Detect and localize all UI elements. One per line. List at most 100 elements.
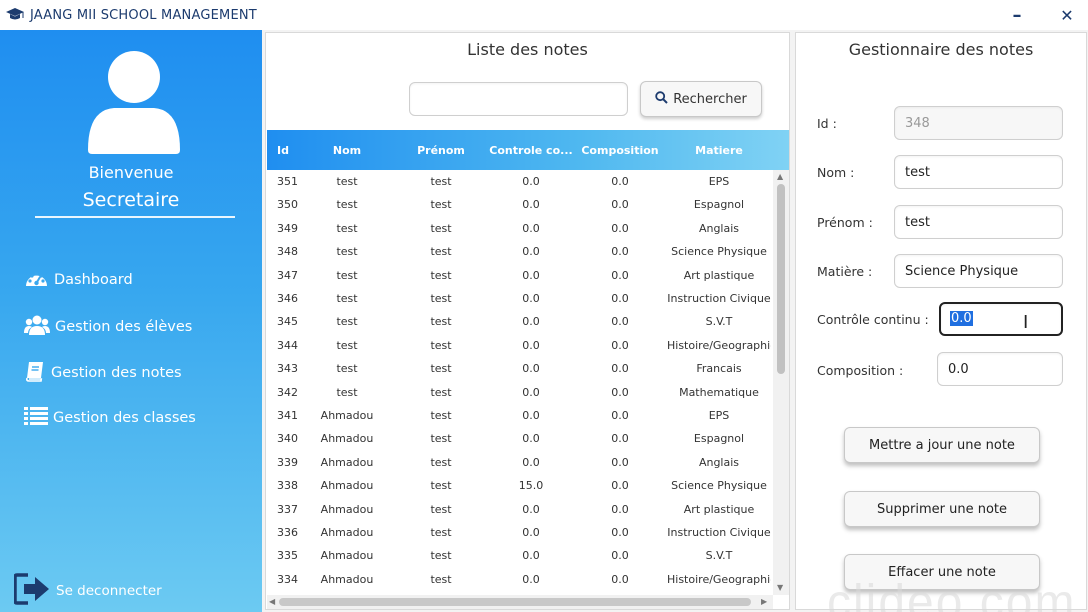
sidebar-item-dashboard[interactable]: Dashboard: [24, 267, 133, 293]
table-cell: 0.0: [522, 455, 540, 469]
table-cell: test: [336, 198, 358, 212]
welcome-text: Bienvenue: [88, 163, 174, 182]
table-cell: 0.0: [611, 338, 629, 352]
sidebar-item-students[interactable]: Gestion des élèves: [24, 314, 192, 340]
title-bar: JAANG MII SCHOOL MANAGEMENT – ✕: [0, 0, 1088, 30]
table-cell: 343: [277, 362, 298, 376]
table-cell: Instruction Civique: [667, 292, 771, 305]
table-row[interactable]: 349 test test 0.0 0.0 Anglais: [267, 217, 772, 240]
table-cell: 0.0: [611, 549, 629, 563]
table-row[interactable]: 340 Ahmadou test 0.0 0.0 Espagnol: [267, 427, 772, 450]
table-cell: test: [430, 221, 452, 235]
table-cell: 0.0: [611, 268, 629, 282]
table-cell: 346: [277, 292, 298, 305]
table-cell: Anglais: [698, 455, 740, 469]
table-row[interactable]: 339 Ahmadou test 0.0 0.0 Anglais: [267, 451, 772, 474]
delete-note-button[interactable]: Supprimer une note: [844, 491, 1040, 527]
horizontal-scrollbar[interactable]: ◀ ▶: [267, 595, 773, 609]
logout-button[interactable]: Se deconnecter: [13, 573, 162, 609]
vertical-scrollbar[interactable]: ▲ ▼: [773, 170, 789, 595]
scroll-right-icon[interactable]: ▶: [761, 597, 767, 606]
table-cell: 347: [277, 268, 298, 282]
logout-icon: [13, 573, 56, 609]
table-cell: Histoire/Geographie: [667, 572, 771, 586]
table-row[interactable]: 344 test test 0.0 0.0 Histoire/Geographie: [267, 334, 772, 357]
nom-label: Nom :: [817, 165, 855, 180]
minimize-button[interactable]: –: [1004, 2, 1030, 28]
update-note-button[interactable]: Mettre a jour une note: [844, 427, 1040, 463]
table-row[interactable]: 342 test test 0.0 0.0 Mathematique: [267, 381, 772, 404]
table-cell: 336: [277, 526, 298, 539]
book-icon: [24, 360, 51, 386]
table-row[interactable]: 335 Ahmadou test 0.0 0.0 S.V.T: [267, 544, 772, 567]
column-header[interactable]: Prénom: [397, 130, 485, 170]
table-cell: 0.0: [611, 502, 629, 516]
table-cell: 340: [277, 432, 298, 446]
table-cell: test: [430, 572, 452, 586]
table-cell: test: [336, 245, 358, 259]
table-cell: test: [430, 198, 452, 212]
table-cell: 0.0: [611, 526, 629, 539]
column-header[interactable]: Matiere: [667, 130, 771, 170]
table-row[interactable]: 343 test test 0.0 0.0 Francais: [267, 357, 772, 380]
column-header[interactable]: Composition: [577, 130, 663, 170]
table-row[interactable]: 337 Ahmadou test 0.0 0.0 Art plastique: [267, 498, 772, 521]
table-cell: 348: [277, 245, 298, 259]
search-input[interactable]: [409, 82, 628, 116]
column-header[interactable]: Id: [271, 130, 299, 170]
matiere-field[interactable]: [894, 254, 1063, 288]
matiere-label: Matière :: [817, 264, 873, 279]
table-cell: test: [430, 502, 452, 516]
scroll-left-icon[interactable]: ◀: [269, 597, 275, 606]
table-cell: Espagnol: [693, 198, 745, 212]
user-avatar-icon: [86, 50, 182, 154]
table-cell: test: [430, 338, 452, 352]
table-cell: 0.0: [522, 362, 540, 376]
vertical-scroll-thumb[interactable]: [777, 184, 785, 374]
table-row[interactable]: 351 test test 0.0 0.0 EPS: [267, 170, 772, 193]
composition-field[interactable]: [937, 352, 1063, 386]
table-cell: 341: [277, 409, 298, 422]
table-cell: test: [430, 175, 452, 188]
scroll-up-icon[interactable]: ▲: [777, 172, 783, 181]
table-cell: test: [430, 362, 452, 376]
table-row[interactable]: 336 Ahmadou test 0.0 0.0 Instruction Civique: [267, 521, 772, 544]
table-cell: test: [430, 432, 452, 446]
sidebar-item-classes[interactable]: Gestion des classes: [24, 405, 196, 431]
table-row[interactable]: 346 test test 0.0 0.0 Instruction Civique: [267, 287, 772, 310]
nom-field[interactable]: [894, 155, 1063, 189]
table-cell: 0.0: [522, 268, 540, 282]
table-cell: test: [430, 479, 452, 493]
controle-field[interactable]: 0.0: [939, 302, 1063, 336]
search-button[interactable]: Rechercher: [640, 81, 762, 117]
table-cell: test: [336, 315, 358, 329]
horizontal-scroll-thumb[interactable]: [279, 598, 751, 606]
table-cell: 0.0: [611, 409, 629, 422]
table-cell: test: [336, 385, 358, 399]
table-row[interactable]: 345 test test 0.0 0.0 S.V.T: [267, 310, 772, 333]
table-row[interactable]: 338 Ahmadou test 15.0 0.0 Science Physique: [267, 474, 772, 497]
sidebar-item-label: Gestion des élèves: [55, 319, 193, 335]
table-cell: Ahmadou: [320, 432, 374, 446]
table-cell: 344: [277, 338, 298, 352]
table-row[interactable]: 348 test test 0.0 0.0 Science Physique: [267, 240, 772, 263]
table-row[interactable]: 347 test test 0.0 0.0 Art plastique: [267, 264, 772, 287]
table-row[interactable]: 350 test test 0.0 0.0 Espagnol: [267, 193, 772, 216]
table-cell: test: [336, 175, 358, 188]
dashboard-gauge-icon: [24, 268, 54, 292]
close-button[interactable]: ✕: [1054, 2, 1080, 28]
table-cell: test: [430, 385, 452, 399]
scroll-down-icon[interactable]: ▼: [777, 583, 783, 592]
list-title: Liste des notes: [467, 40, 588, 59]
sidebar-item-notes[interactable]: Gestion des notes: [24, 360, 182, 386]
table-row[interactable]: 334 Ahmadou test 0.0 0.0 Histoire/Geographie: [267, 568, 772, 591]
table-cell: 0.0: [522, 572, 540, 586]
column-header[interactable]: Controle co...: [489, 130, 573, 170]
table-row[interactable]: 341 Ahmadou test 0.0 0.0 EPS: [267, 404, 772, 427]
table-cell: 334: [277, 572, 298, 586]
column-header[interactable]: Nom: [307, 130, 387, 170]
search-button-label: Rechercher: [673, 91, 747, 107]
prenom-field[interactable]: [894, 205, 1063, 239]
table-cell: test: [430, 455, 452, 469]
table-cell: 0.0: [611, 432, 629, 446]
